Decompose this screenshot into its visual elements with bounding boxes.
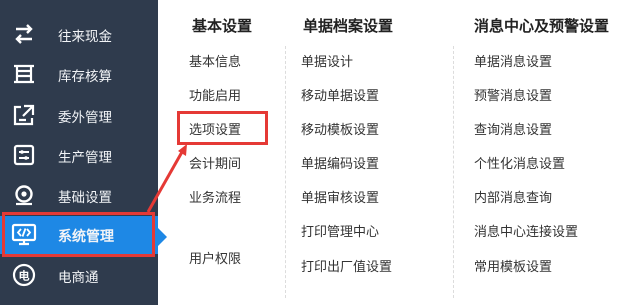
menu-item-mobile-document-settings[interactable]: 移动单据设置 <box>301 85 379 104</box>
menu-item-document-numbering[interactable]: 单据编码设置 <box>301 153 379 172</box>
sidebar: 往来现金 库存核算 委外管理 生产管理 基础设置 系统管理 电 电商通 <box>0 0 158 305</box>
menu-item-option-settings[interactable]: 选项设置 <box>189 119 241 138</box>
menu-item-alert-messages[interactable]: 预警消息设置 <box>474 85 552 104</box>
ecommerce-icon: 电 <box>11 263 37 287</box>
sidebar-item-label: 生产管理 <box>58 150 112 166</box>
sidebar-item-label: 基础设置 <box>58 190 112 206</box>
settings-icon <box>11 183 37 207</box>
column-title-basic-settings: 基本设置 <box>192 17 253 35</box>
menu-item-internal-messages[interactable]: 内部消息查询 <box>474 187 552 206</box>
outsourcing-icon <box>11 103 37 127</box>
submenu-panel: 基本设置 单据档案设置 消息中心及预警设置 基本信息 功能启用 选项设置 会计期… <box>158 0 638 305</box>
sidebar-item-label: 库存核算 <box>58 69 112 85</box>
production-icon <box>11 143 37 167</box>
sidebar-item-production[interactable]: 生产管理 <box>0 136 158 174</box>
menu-item-mobile-template-settings[interactable]: 移动模板设置 <box>301 119 379 138</box>
svg-text:电: 电 <box>19 269 30 283</box>
column-divider <box>285 46 286 298</box>
sidebar-item-ecommerce[interactable]: 电 电商通 <box>0 256 158 294</box>
menu-item-message-center-connection[interactable]: 消息中心连接设置 <box>474 221 578 240</box>
sidebar-item-label: 往来现金 <box>58 29 112 45</box>
menu-item-document-design[interactable]: 单据设计 <box>301 51 353 70</box>
menu-item-common-templates[interactable]: 常用模板设置 <box>474 256 552 275</box>
column-title-document-settings: 单据档案设置 <box>303 17 394 35</box>
menu-item-document-messages[interactable]: 单据消息设置 <box>474 51 552 70</box>
menu-item-basic-info[interactable]: 基本信息 <box>189 51 241 70</box>
sidebar-item-basic-settings[interactable]: 基础设置 <box>0 176 158 214</box>
menu-item-business-process[interactable]: 业务流程 <box>189 187 241 206</box>
sidebar-item-inventory[interactable]: 库存核算 <box>0 55 158 93</box>
active-pointer-notch <box>158 228 167 246</box>
menu-item-query-messages[interactable]: 查询消息设置 <box>474 119 552 138</box>
column-divider <box>453 46 454 298</box>
menu-item-print-defaults[interactable]: 打印出厂值设置 <box>301 256 392 275</box>
sidebar-item-cash[interactable]: 往来现金 <box>0 15 158 53</box>
code-icon <box>11 223 37 247</box>
warehouse-icon <box>11 62 37 86</box>
sidebar-item-system-management[interactable]: 系统管理 <box>0 216 158 254</box>
sidebar-item-label: 委外管理 <box>58 110 112 126</box>
menu-item-document-approval[interactable]: 单据审核设置 <box>301 187 379 206</box>
column-title-message-center: 消息中心及预警设置 <box>474 17 610 35</box>
sidebar-item-outsourcing[interactable]: 委外管理 <box>0 96 158 134</box>
menu-item-personalized-messages[interactable]: 个性化消息设置 <box>474 153 565 172</box>
menu-item-print-center[interactable]: 打印管理中心 <box>301 221 379 240</box>
menu-item-accounting-period[interactable]: 会计期间 <box>189 153 241 172</box>
exchange-icon <box>11 22 37 46</box>
menu-item-feature-enable[interactable]: 功能启用 <box>189 85 241 104</box>
menu-item-user-permissions[interactable]: 用户权限 <box>189 248 241 267</box>
sidebar-item-label: 电商通 <box>58 270 99 286</box>
sidebar-item-label: 系统管理 <box>58 229 114 245</box>
